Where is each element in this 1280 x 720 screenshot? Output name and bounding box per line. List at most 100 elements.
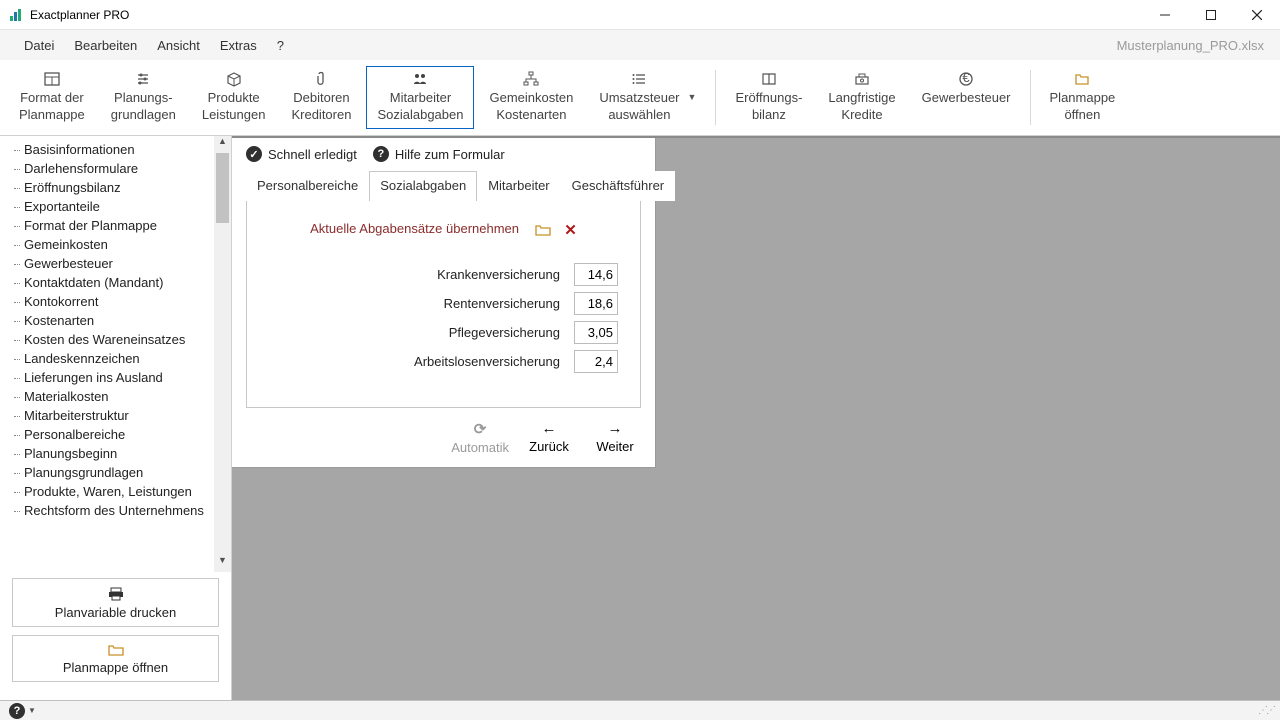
ribbon-eroeffnungsbilanz[interactable]: Eröffnungs-bilanz [724, 66, 813, 129]
tree-item[interactable]: Kosten des Wareneinsatzes [8, 330, 231, 349]
menu-datei[interactable]: Datei [14, 34, 64, 57]
tree-item[interactable]: Produkte, Waren, Leistungen [8, 482, 231, 501]
ribbon-label: Leistungen [202, 107, 266, 124]
ribbon-planungsgrundlagen[interactable]: Planungs-grundlagen [100, 66, 187, 129]
field-row: Arbeitslosenversicherung [269, 350, 618, 373]
book-icon [761, 71, 777, 87]
tab-geschaeftsfuehrer[interactable]: Geschäftsführer [561, 171, 676, 201]
import-rates-button[interactable] [535, 224, 551, 236]
close-button[interactable] [1234, 0, 1280, 30]
ribbon-format-planmappe[interactable]: Format derPlanmappe [8, 66, 96, 129]
folder-icon [17, 644, 214, 656]
button-label: Schnell erledigt [268, 147, 357, 162]
ribbon-gewerbesteuer[interactable]: € Gewerbesteuer [911, 66, 1022, 129]
tree-item[interactable]: Materialkosten [8, 387, 231, 406]
form-panel: ✓ Schnell erledigt ? Hilfe zum Formular … [232, 138, 656, 468]
tree-item[interactable]: Planungsgrundlagen [8, 463, 231, 482]
maximize-button[interactable] [1188, 0, 1234, 30]
tree-item[interactable]: Gewerbesteuer [8, 254, 231, 273]
settings-icon [135, 71, 151, 87]
tab-personalbereiche[interactable]: Personalbereiche [246, 171, 369, 201]
ribbon-label: Planmappe [1050, 90, 1116, 107]
ribbon-label: Planungs- [114, 90, 173, 107]
field-input[interactable] [574, 263, 618, 286]
tree-item[interactable]: Darlehensformulare [8, 159, 231, 178]
tree-item[interactable]: Landeskennzeichen [8, 349, 231, 368]
menu-bearbeiten[interactable]: Bearbeiten [64, 34, 147, 57]
sidebar: BasisinformationenDarlehensformulareEröf… [0, 136, 232, 700]
scroll-thumb[interactable] [216, 153, 229, 223]
tree-item[interactable]: Eröffnungsbilanz [8, 178, 231, 197]
tree-item[interactable]: Planungsbeginn [8, 444, 231, 463]
scrollbar[interactable]: ▲ ▼ [214, 136, 231, 572]
statusbar-dropdown-icon[interactable]: ▼ [28, 706, 36, 715]
ribbon-label: Sozialabgaben [377, 107, 463, 124]
ribbon-label: Langfristige [828, 90, 895, 107]
ribbon-langfristige-kredite[interactable]: LangfristigeKredite [817, 66, 906, 129]
field-row: Krankenversicherung [269, 263, 618, 286]
field-input[interactable] [574, 292, 618, 315]
scroll-down-icon[interactable]: ▼ [214, 555, 231, 572]
question-circle-icon: ? [373, 146, 389, 162]
tree-item[interactable]: Gemeinkosten [8, 235, 231, 254]
quick-done-button[interactable]: ✓ Schnell erledigt [246, 146, 357, 162]
navigation-tree[interactable]: BasisinformationenDarlehensformulareEröf… [0, 136, 231, 572]
format-icon [44, 71, 60, 87]
tree-item[interactable]: Format der Planmappe [8, 216, 231, 235]
tree-item[interactable]: Kostenarten [8, 311, 231, 330]
menu-help[interactable]: ? [267, 34, 294, 57]
next-button[interactable]: → Weiter [589, 420, 641, 455]
refresh-icon: ⟳ [474, 420, 487, 438]
svg-text:€: € [962, 71, 970, 85]
ribbon-umsatzsteuer-auswaehlen[interactable]: Umsatzsteuerauswählen ▼ [588, 66, 707, 129]
menu-extras[interactable]: Extras [210, 34, 267, 57]
open-planmappe-button[interactable]: Planmappe öffnen [12, 635, 219, 682]
button-label: Automatik [451, 440, 509, 455]
tree-item[interactable]: Lieferungen ins Ausland [8, 368, 231, 387]
ribbon-label: Kostenarten [496, 107, 566, 124]
tree-item[interactable]: Kontaktdaten (Mandant) [8, 273, 231, 292]
ribbon-label: Format der [20, 90, 84, 107]
tab-mitarbeiter[interactable]: Mitarbeiter [477, 171, 560, 201]
automatik-button[interactable]: ⟳ Automatik [451, 420, 509, 455]
tree-item[interactable]: Exportanteile [8, 197, 231, 216]
field-input[interactable] [574, 321, 618, 344]
tab-strip: Personalbereiche Sozialabgaben Mitarbeit… [246, 170, 641, 201]
ribbon-mitarbeiter-sozialabgaben[interactable]: MitarbeiterSozialabgaben [366, 66, 474, 129]
print-planvariable-button[interactable]: Planvariable drucken [12, 578, 219, 627]
menu-ansicht[interactable]: Ansicht [147, 34, 210, 57]
check-circle-icon: ✓ [246, 146, 262, 162]
import-rates-label: Aktuelle Abgabensätze übernehmen [310, 221, 519, 236]
box-icon [226, 71, 242, 87]
scroll-up-icon[interactable]: ▲ [214, 136, 231, 153]
ribbon-label: Gemeinkosten [489, 90, 573, 107]
ribbon-debitoren-kreditoren[interactable]: DebitorenKreditoren [280, 66, 362, 129]
tree-item[interactable]: Kontokorrent [8, 292, 231, 311]
ribbon-gemeinkosten-kostenarten[interactable]: GemeinkostenKostenarten [478, 66, 584, 129]
tab-sozialabgaben[interactable]: Sozialabgaben [369, 171, 477, 201]
tree-item[interactable]: Personalbereiche [8, 425, 231, 444]
back-button[interactable]: ← Zurück [523, 420, 575, 455]
tree-item[interactable]: Basisinformationen [8, 140, 231, 159]
arrow-right-icon: → [608, 420, 623, 437]
window-title: Exactplanner PRO [30, 8, 129, 22]
clear-rates-button[interactable]: ✕ [564, 222, 577, 239]
tree-item[interactable]: Mitarbeiterstruktur [8, 406, 231, 425]
field-label: Krankenversicherung [437, 267, 574, 282]
field-input[interactable] [574, 350, 618, 373]
ribbon-label: Planmappe [19, 107, 85, 124]
ribbon-produkte-leistungen[interactable]: ProdukteLeistungen [191, 66, 277, 129]
menubar: Datei Bearbeiten Ansicht Extras ? Muster… [0, 30, 1280, 60]
minimize-button[interactable] [1142, 0, 1188, 30]
dropdown-caret-icon[interactable]: ▼ [688, 92, 697, 104]
ribbon-planmappe-oeffnen[interactable]: Planmappeöffnen [1039, 66, 1127, 129]
money-icon [854, 71, 870, 87]
tree-item[interactable]: Rechtsform des Unternehmens [8, 501, 231, 520]
statusbar-help-icon[interactable]: ? [9, 703, 25, 719]
statusbar: ? ▼ ⋰⋰ [0, 700, 1280, 720]
ribbon-label: bilanz [752, 107, 786, 124]
ribbon-label: Kredite [841, 107, 882, 124]
form-help-button[interactable]: ? Hilfe zum Formular [373, 146, 505, 162]
field-label: Arbeitslosenversicherung [414, 354, 574, 369]
resize-grip-icon[interactable]: ⋰⋰ [1258, 705, 1274, 716]
